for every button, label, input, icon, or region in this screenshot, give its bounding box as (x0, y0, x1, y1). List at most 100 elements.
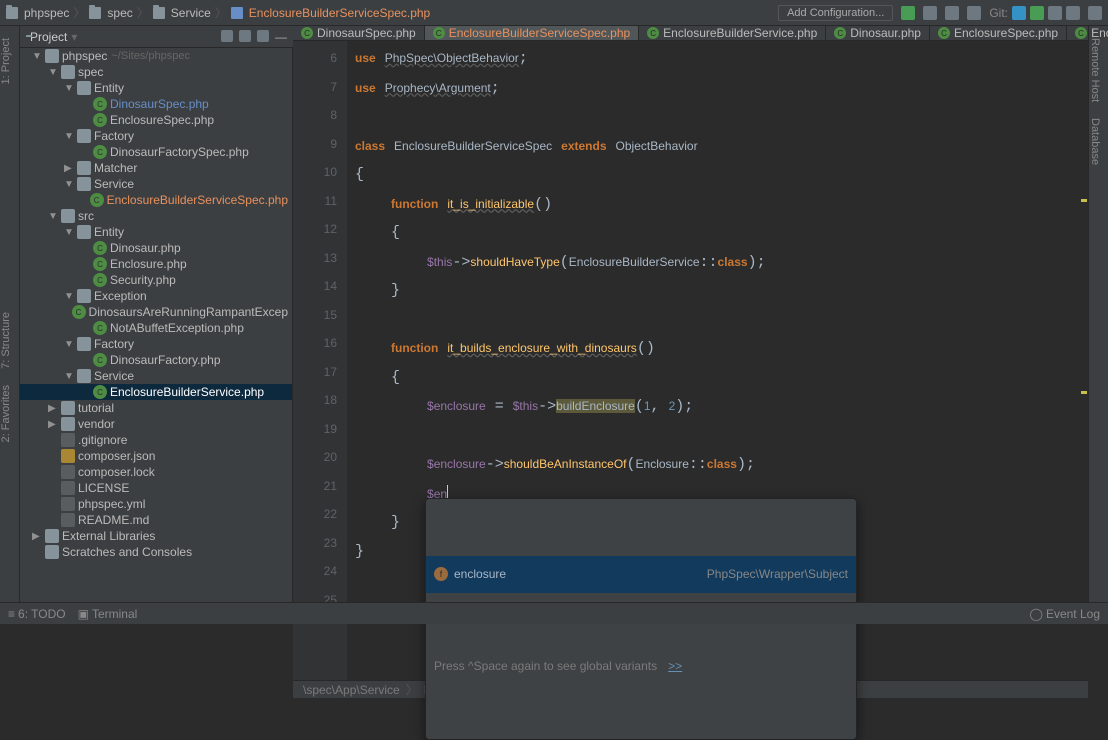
expand-arrow-icon[interactable]: ▼ (64, 227, 74, 238)
expand-arrow-icon[interactable]: ▼ (64, 83, 74, 94)
git-update-icon[interactable] (1012, 6, 1026, 20)
tree-row[interactable]: ▼spec (20, 64, 292, 80)
coverage-icon[interactable] (945, 6, 959, 20)
git-history-icon[interactable] (1048, 6, 1062, 20)
collapse-icon[interactable] (239, 30, 251, 42)
editor-tab[interactable]: CEnclosureSpec.php (930, 26, 1067, 40)
run-icon[interactable] (901, 6, 915, 20)
locate-icon[interactable] (221, 30, 233, 42)
project-panel-header: Project ▾ — (20, 26, 293, 48)
project-tree[interactable]: ▼phpspec~/Sites/phpspec▼spec▼EntityCDino… (20, 48, 293, 602)
class-icon: C (433, 27, 445, 39)
editor-tab[interactable]: CEnclosureBuilderServiceSpec.php (425, 26, 639, 40)
tree-row[interactable]: CDinosaur.php (20, 240, 292, 256)
dir-icon (61, 209, 75, 223)
editor-gutter[interactable]: 678910111213141516171819202122232425 (293, 41, 347, 680)
show-more-link[interactable]: >> (668, 652, 682, 681)
tree-row[interactable]: LICENSE (20, 480, 292, 496)
tree-row[interactable]: composer.json (20, 448, 292, 464)
tree-row[interactable]: ▼src (20, 208, 292, 224)
tree-item-label: DinosaursAreRunningRampantExcep (89, 305, 288, 319)
editor-tab[interactable]: CDinosaurSpec.php (293, 26, 425, 40)
tree-row[interactable]: ▶vendor (20, 416, 292, 432)
expand-arrow-icon[interactable]: ▶ (48, 403, 58, 414)
editor-tab[interactable]: CEnclosureBuilderService.php (639, 26, 826, 40)
expand-arrow-icon[interactable]: ▶ (32, 531, 42, 542)
tree-row[interactable]: CDinosaursAreRunningRampantExcep (20, 304, 292, 320)
tree-item-label: phpspec.yml (78, 497, 145, 511)
git-commit-icon[interactable] (1030, 6, 1044, 20)
tree-item-label: EnclosureBuilderService.php (110, 385, 264, 399)
tree-row[interactable]: phpspec.yml (20, 496, 292, 512)
expand-arrow-icon[interactable]: ▼ (48, 67, 58, 78)
tree-item-label: phpspec (62, 49, 107, 63)
expand-arrow-icon[interactable]: ▼ (64, 131, 74, 142)
tree-row[interactable]: ▼Entity (20, 80, 292, 96)
editor-tab[interactable]: CEnclosure.php (1067, 26, 1108, 40)
expand-arrow-icon[interactable]: ▼ (48, 211, 58, 222)
project-panel-title: Project (30, 30, 67, 44)
tree-row[interactable]: README.md (20, 512, 292, 528)
tree-row[interactable]: ▼phpspec~/Sites/phpspec (20, 48, 292, 64)
tree-item-label: Security.php (110, 273, 176, 287)
tree-item-label: Scratches and Consoles (62, 545, 192, 559)
tree-row[interactable]: ▶tutorial (20, 400, 292, 416)
search-icon[interactable] (1088, 6, 1102, 20)
editor-tab[interactable]: CDinosaur.php (826, 26, 930, 40)
expand-arrow-icon[interactable]: ▼ (64, 339, 74, 350)
tree-item-label: EnclosureSpec.php (110, 113, 214, 127)
left-tool-stripe: 1: Project 7: Structure 2: Favorites (0, 26, 20, 602)
expand-arrow-icon[interactable]: ▶ (48, 419, 58, 430)
error-stripe[interactable] (1078, 41, 1088, 680)
gear-icon[interactable] (257, 30, 269, 42)
completion-item[interactable]: f enclosure PhpSpec\Wrapper\Subject (426, 556, 856, 593)
expand-arrow-icon[interactable]: ▼ (64, 371, 74, 382)
dir-icon (77, 177, 91, 191)
tree-row[interactable]: ▶Matcher (20, 160, 292, 176)
git-revert-icon[interactable] (1066, 6, 1080, 20)
expand-arrow-icon[interactable]: ▼ (64, 291, 74, 302)
tool-tab-structure[interactable]: 7: Structure (0, 308, 12, 373)
code-content[interactable]: use PhpSpec\ObjectBehavior; use Prophecy… (347, 41, 1088, 680)
stop-icon[interactable] (967, 6, 981, 20)
tree-row[interactable]: CEnclosureBuilderService.php (20, 384, 292, 400)
breadcrumb[interactable]: phpspec〉 spec〉 Service〉 EnclosureBuilder… (6, 4, 430, 21)
tool-tab-favorites[interactable]: 2: Favorites (0, 381, 12, 446)
tree-row[interactable]: ▼Entity (20, 224, 292, 240)
tool-tab-project[interactable]: 1: Project (0, 34, 12, 88)
tree-row[interactable]: CNotABuffetException.php (20, 320, 292, 336)
dir-icon (77, 225, 91, 239)
tree-row[interactable]: CDinosaurSpec.php (20, 96, 292, 112)
tool-tab-remote-host[interactable]: Remote Host (1089, 34, 1101, 106)
tree-row[interactable]: CEnclosureSpec.php (20, 112, 292, 128)
txt-icon (61, 481, 75, 495)
tree-row[interactable]: composer.lock (20, 464, 292, 480)
tree-item-label: Service (94, 369, 134, 383)
class-icon: C (93, 385, 107, 399)
tree-row[interactable]: CDinosaurFactorySpec.php (20, 144, 292, 160)
tree-row[interactable]: ▼ Service (20, 368, 292, 384)
debug-icon[interactable] (923, 6, 937, 20)
todo-tool-button[interactable]: ≡ 6: TODO (8, 607, 66, 621)
tree-row[interactable]: CEnclosure.php (20, 256, 292, 272)
class-icon: C (1075, 27, 1087, 39)
event-log-button[interactable]: ◯ Event Log (1030, 607, 1100, 621)
expand-arrow-icon[interactable]: ▶ (64, 163, 74, 174)
terminal-tool-button[interactable]: ▣ Terminal (78, 607, 138, 621)
tree-row[interactable]: ▼Exception (20, 288, 292, 304)
tree-row[interactable]: Scratches and Consoles (20, 544, 292, 560)
expand-arrow-icon[interactable]: ▼ (64, 179, 74, 190)
hide-icon[interactable]: — (275, 30, 287, 44)
tree-row[interactable]: CEnclosureBuilderServiceSpec.php (20, 192, 292, 208)
expand-arrow-icon[interactable]: ▼ (32, 51, 42, 62)
dir-icon (61, 401, 75, 415)
tree-row[interactable]: CSecurity.php (20, 272, 292, 288)
tree-row[interactable]: .gitignore (20, 432, 292, 448)
add-configuration-button[interactable]: Add Configuration... (778, 5, 893, 21)
tree-item-label: Factory (94, 337, 134, 351)
tree-row[interactable]: CDinosaurFactory.php (20, 352, 292, 368)
tree-row[interactable]: ▼Factory (20, 128, 292, 144)
tree-row[interactable]: ▼Service (20, 176, 292, 192)
tree-row[interactable]: ▼ Factory (20, 336, 292, 352)
tree-row[interactable]: ▶External Libraries (20, 528, 292, 544)
